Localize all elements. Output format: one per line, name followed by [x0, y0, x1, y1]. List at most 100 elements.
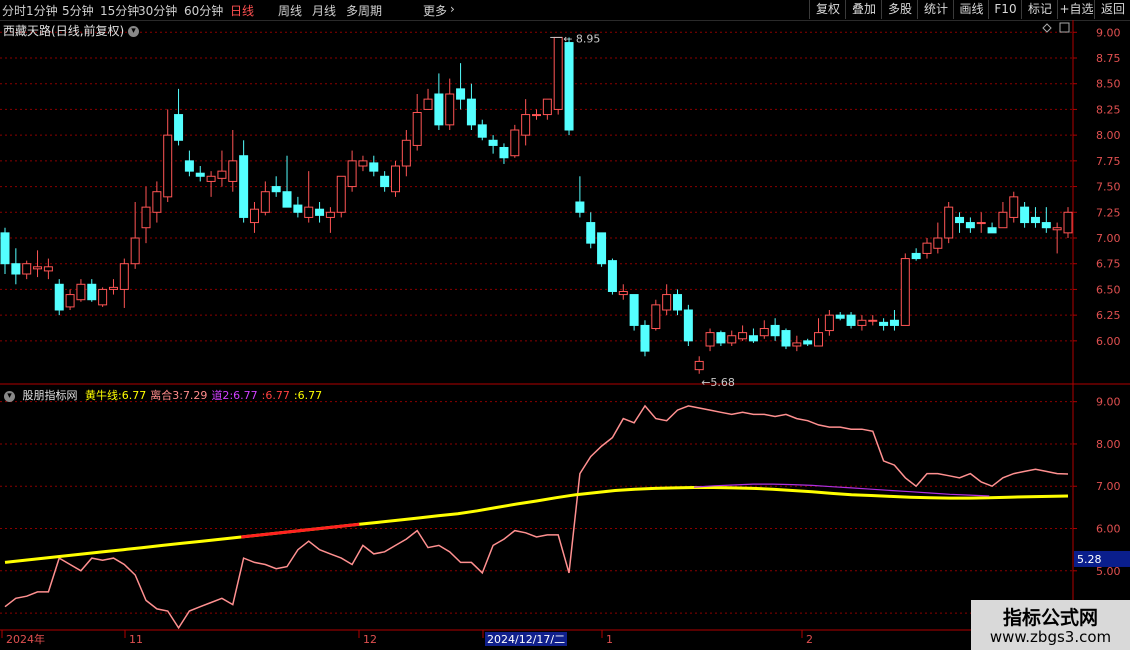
candle-body	[434, 93, 444, 126]
price-tick-label: 7.25	[1096, 206, 1121, 219]
price-tick-label: 8.75	[1096, 52, 1121, 65]
toolbar-button[interactable]: F10	[988, 0, 1022, 19]
indicator-value: 6.77	[265, 389, 290, 402]
candle-body	[293, 204, 303, 213]
candle-body	[54, 283, 64, 311]
price-tick-label: 9.00	[1096, 26, 1121, 39]
period-tab[interactable]: 5分钟	[62, 2, 94, 19]
candle-body	[759, 328, 769, 337]
candle-body	[87, 283, 97, 301]
time-axis-label: 11	[129, 633, 143, 646]
candle-body	[423, 98, 433, 110]
candle-body	[727, 335, 737, 344]
candle-body	[879, 321, 889, 326]
chevron-down-icon[interactable]: ▾	[4, 390, 15, 402]
period-tab[interactable]: 日线	[230, 2, 254, 19]
candle-body	[781, 330, 791, 347]
period-tab[interactable]: 分时	[2, 2, 26, 19]
toolbar-button[interactable]: 标记	[1021, 0, 1058, 19]
candle-body	[380, 175, 390, 188]
candle-body	[586, 222, 596, 244]
candle-body	[1052, 227, 1062, 231]
sub-tick-label: 9.00	[1096, 396, 1121, 409]
low-marker-label: ←5.68	[701, 376, 735, 389]
period-tab[interactable]: 更多	[423, 2, 447, 19]
candle-body	[98, 288, 108, 306]
yellow-ox-line	[4, 486, 1069, 564]
time-axis-label: 2024/12/17/二	[487, 633, 565, 646]
candle-body	[119, 263, 129, 290]
price-tick-label: 7.75	[1096, 155, 1121, 168]
candle-body	[0, 232, 10, 265]
candle-body	[477, 124, 487, 138]
indicator-label: 离合3	[150, 389, 180, 402]
candle-body	[228, 160, 238, 182]
price-tick-label: 8.50	[1096, 78, 1121, 91]
candle-body	[629, 294, 639, 326]
candle-body	[163, 134, 173, 198]
candle-body	[152, 191, 162, 213]
candle-body	[944, 206, 954, 239]
indicator-title: ▾ 股朋指标网 黄牛线:6.77 离合3:7.29 道2:6.77:6.77:6.7…	[4, 387, 330, 403]
candle-body	[651, 304, 661, 330]
indicator-value: 6.77	[121, 389, 147, 402]
candle-body	[814, 332, 824, 347]
period-toolbar: 分时 1分钟 5分钟 15分钟 30分钟 60分钟 日线 周线 月线 多周期 更多 › 复权 叠加 多股统…	[0, 0, 1130, 21]
price-tick-label: 6.00	[1096, 335, 1121, 348]
toolbar-button[interactable]: 复权	[809, 0, 846, 19]
candle-body	[716, 332, 726, 344]
candle-body	[662, 294, 672, 311]
candle-body	[239, 155, 249, 218]
time-axis-label: 2	[806, 633, 813, 646]
candle-body	[184, 160, 194, 172]
candle-body	[564, 42, 574, 131]
period-tab[interactable]: 1分钟	[26, 2, 58, 19]
period-tab[interactable]: 周线	[278, 2, 302, 19]
toolbar-button[interactable]: 叠加	[845, 0, 882, 19]
candle-body	[575, 201, 585, 213]
period-tab[interactable]: 月线	[312, 2, 336, 19]
candle-body	[965, 222, 975, 229]
toolbar-button[interactable]: 画线	[953, 0, 989, 19]
candle-body	[1009, 196, 1019, 218]
candle-body	[1030, 216, 1040, 224]
window-icon	[1059, 22, 1070, 33]
price-tick-label: 6.25	[1096, 309, 1121, 322]
candle-body	[835, 314, 845, 319]
candle-body	[488, 139, 498, 146]
candle-body	[510, 129, 520, 157]
candle-body	[738, 332, 748, 340]
period-tab[interactable]: 60分钟	[184, 2, 223, 19]
candle-body	[673, 294, 683, 311]
price-tick-label: 8.00	[1096, 129, 1121, 142]
price-tick-label: 6.50	[1096, 283, 1121, 296]
toolbar-button[interactable]: 统计	[917, 0, 954, 19]
indicator-value: 7.29	[182, 389, 208, 402]
candle-body	[130, 237, 140, 265]
candle-body	[249, 208, 259, 224]
watermark: 指标公式网 www.zbgs3.com	[971, 600, 1130, 650]
period-tab[interactable]: 30分钟	[138, 2, 177, 19]
stock-name: 西藏天路	[3, 24, 52, 38]
toolbar-button[interactable]: 返回	[1094, 0, 1130, 19]
candle-body	[933, 237, 943, 249]
toolbar-button[interactable]: +自选	[1057, 0, 1095, 19]
indicator-value: 6.77	[233, 389, 258, 402]
candle-body	[499, 146, 509, 159]
candle-body	[597, 232, 607, 265]
chevron-right-icon[interactable]: ›	[450, 2, 455, 16]
toolbar-button[interactable]: 多股	[881, 0, 918, 19]
period-tab[interactable]: 多周期	[346, 2, 382, 19]
chevron-down-icon[interactable]: ▾	[128, 26, 140, 37]
period-tab[interactable]: 15分钟	[100, 2, 139, 19]
price-tick-label: 7.50	[1096, 181, 1121, 194]
candle-body	[76, 283, 86, 301]
candle-body	[315, 208, 325, 216]
candle-body	[390, 165, 400, 193]
candle-body	[532, 114, 541, 117]
candle-body	[1041, 222, 1051, 229]
candle-body	[998, 211, 1008, 229]
candle-body	[282, 191, 292, 208]
time-axis-label: 1	[606, 633, 613, 646]
candle-body	[141, 206, 151, 229]
